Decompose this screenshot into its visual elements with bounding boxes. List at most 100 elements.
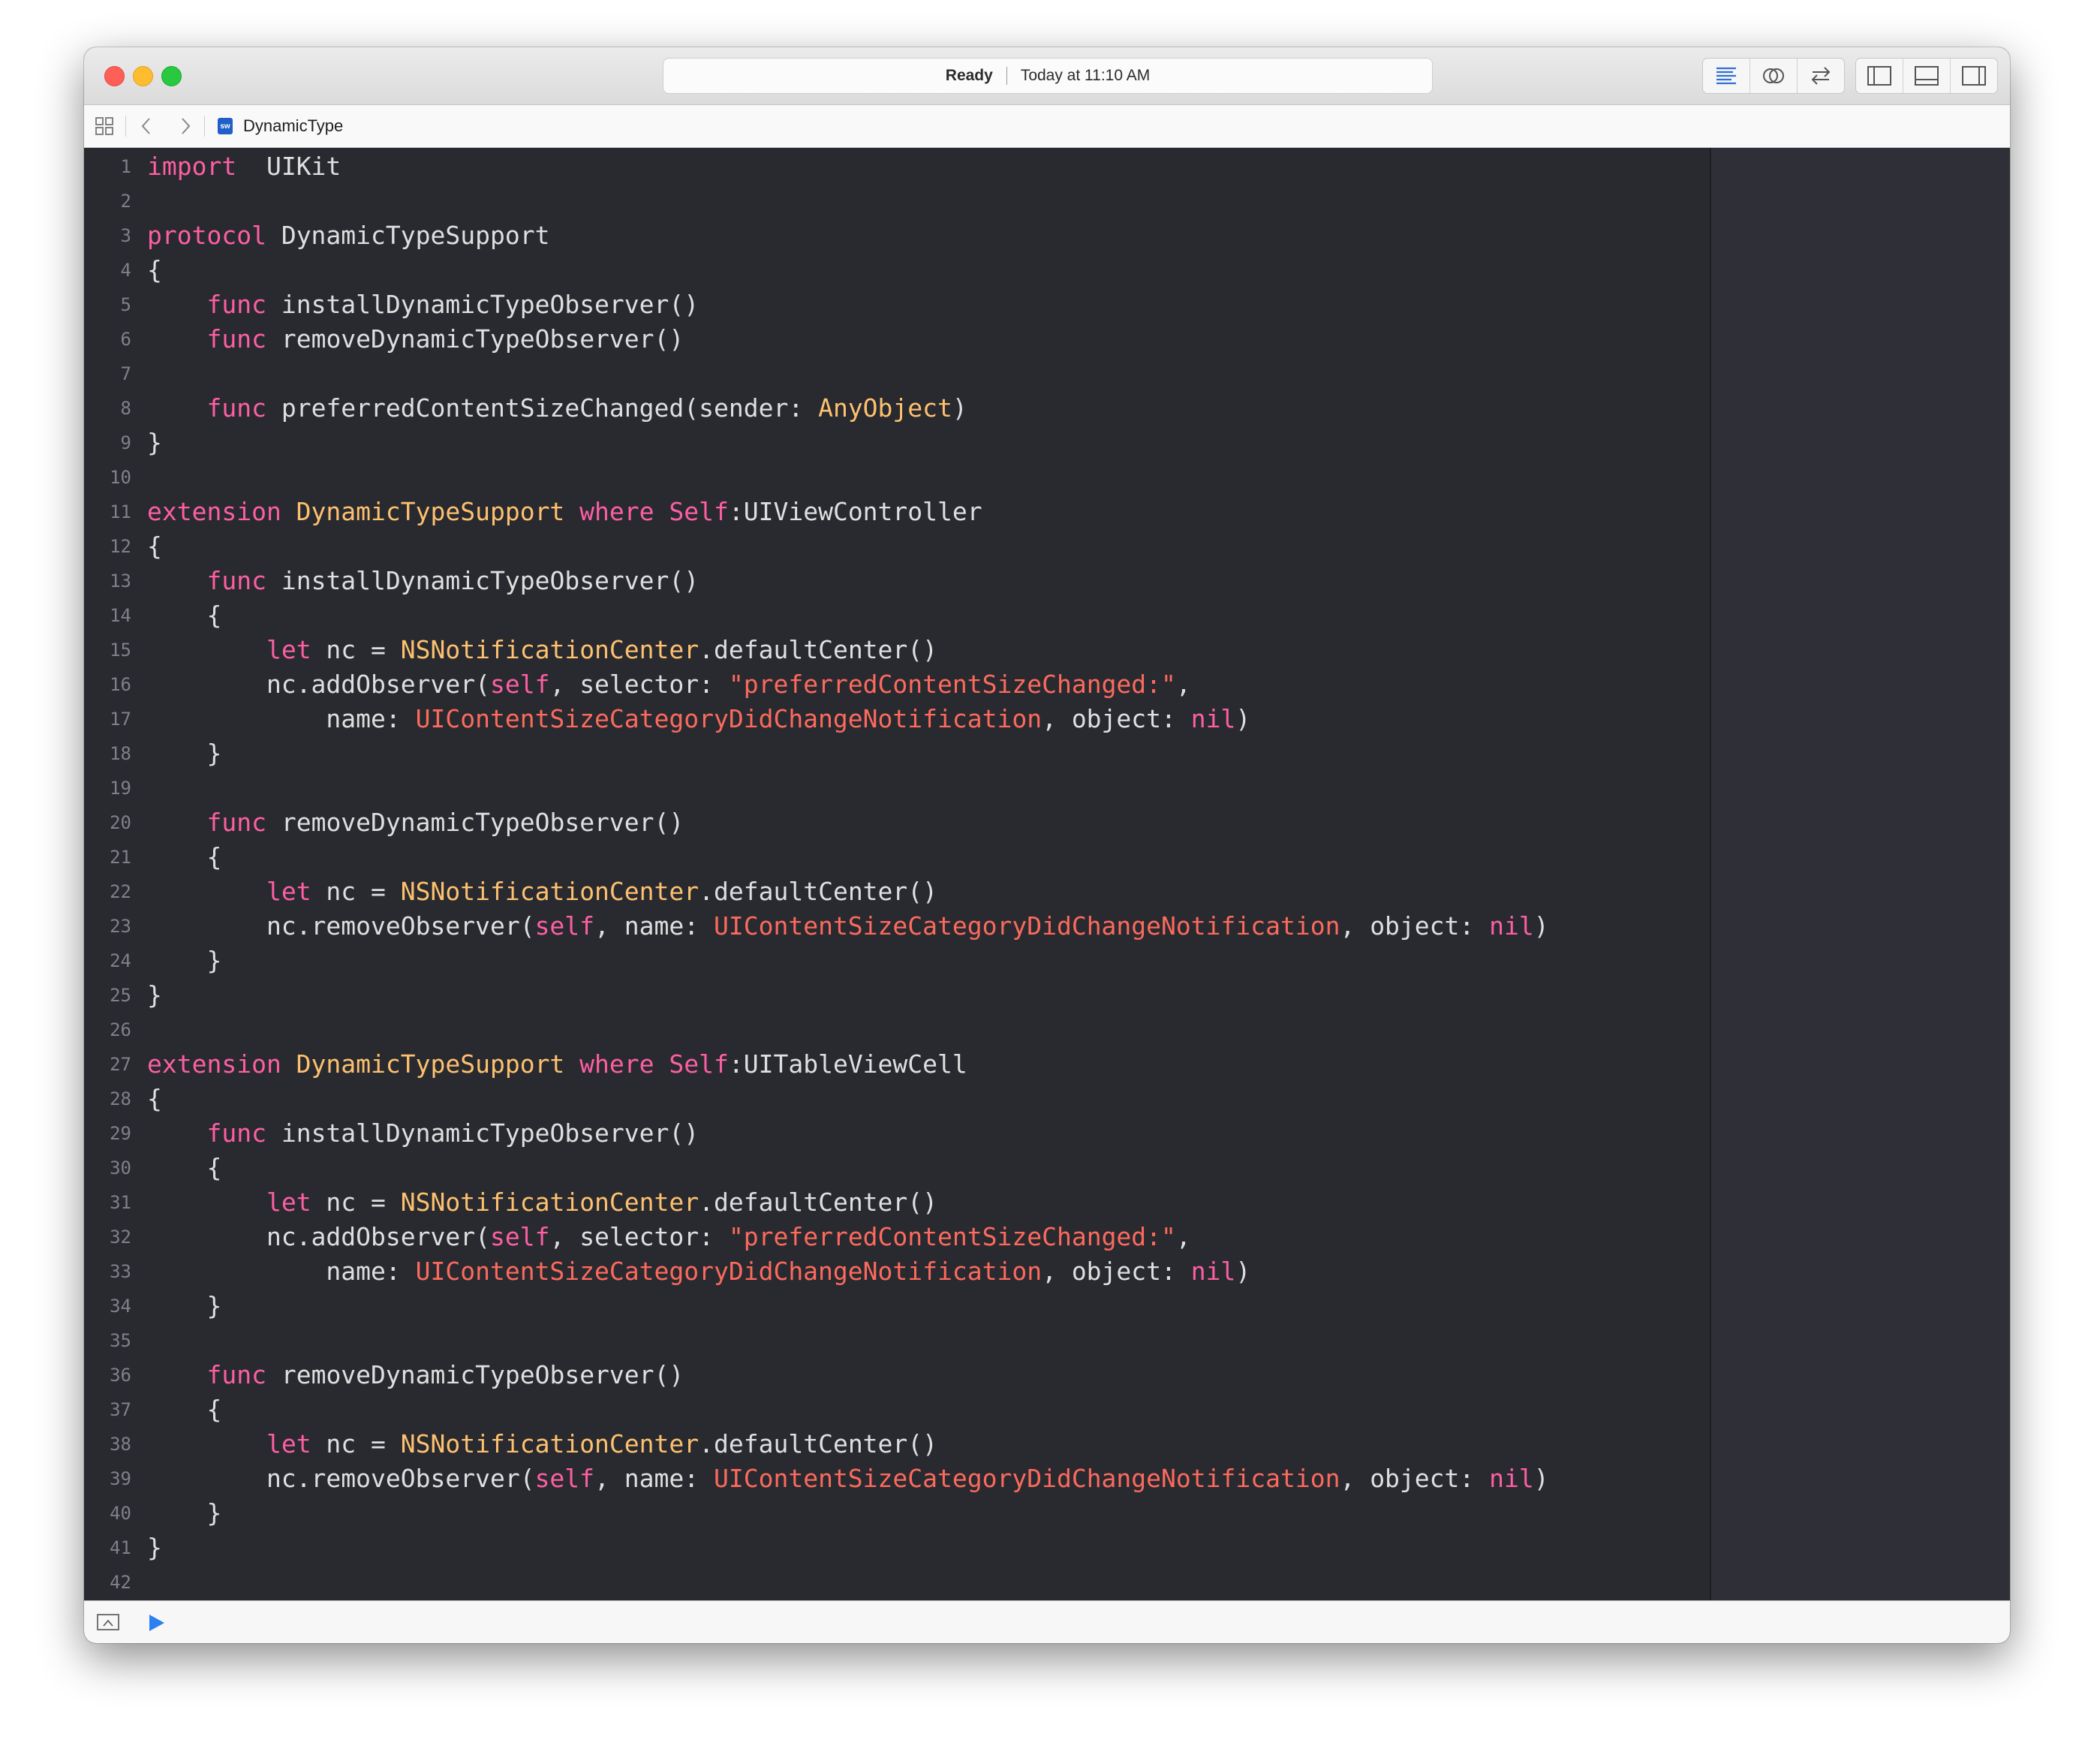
code-line[interactable]: 23 nc.removeObserver(self, name: UIConte… bbox=[84, 909, 1710, 944]
code-line[interactable]: 7 bbox=[84, 357, 1710, 391]
source-editor[interactable]: 1 import UIKit 2 3 protocol DynamicTypeSuppo… bbox=[84, 148, 1710, 1600]
related-items-button[interactable] bbox=[93, 114, 116, 138]
code-token: { bbox=[147, 601, 222, 630]
code-line[interactable]: 25} bbox=[84, 978, 1710, 1013]
code-line[interactable]: 17 name: UIContentSizeCategoryDidChangeN… bbox=[84, 702, 1710, 736]
code-token: name: bbox=[147, 1257, 416, 1286]
code-line[interactable]: 42 bbox=[84, 1565, 1710, 1600]
code-line[interactable]: 24 } bbox=[84, 944, 1710, 978]
code-line[interactable]: 13 func installDynamicTypeObserver() bbox=[84, 564, 1710, 598]
code-line[interactable]: 40 } bbox=[84, 1496, 1710, 1531]
code-token: } bbox=[147, 428, 162, 457]
code-token: DynamicTypeSupport bbox=[281, 497, 565, 526]
standard-editor-button[interactable] bbox=[1703, 59, 1750, 93]
code-line[interactable]: 10 bbox=[84, 460, 1710, 495]
line-text: let nc = NSNotificationCenter.defaultCen… bbox=[147, 1427, 937, 1461]
file-name: DynamicType bbox=[243, 116, 344, 135]
code-token: } bbox=[147, 946, 222, 975]
code-line[interactable]: 8 func preferredContentSizeChanged(sende… bbox=[84, 391, 1710, 426]
code-line[interactable]: 4{ bbox=[84, 253, 1710, 287]
code-line[interactable]: 33 name: UIContentSizeCategoryDidChangeN… bbox=[84, 1254, 1710, 1289]
jump-bar-divider bbox=[204, 116, 205, 137]
code-line[interactable]: 12 { bbox=[84, 529, 1710, 564]
code-token: removeDynamicTypeObserver() bbox=[266, 324, 684, 354]
code-token: Self bbox=[654, 1049, 729, 1079]
go-back-button[interactable] bbox=[135, 114, 158, 138]
line-number: 31 bbox=[110, 1192, 131, 1213]
line-text: let nc = NSNotificationCenter.defaultCen… bbox=[147, 633, 937, 667]
code-line[interactable]: 31 let nc = NSNotificationCenter.default… bbox=[84, 1185, 1710, 1220]
code-token: nc = bbox=[311, 877, 401, 906]
code-line[interactable]: 11 extension DynamicTypeSupport where Sel… bbox=[84, 495, 1710, 529]
toggle-debug-area-button[interactable] bbox=[1903, 59, 1951, 93]
code-token: func bbox=[206, 290, 266, 319]
code-line[interactable]: 27 extension DynamicTypeSupport where Sel… bbox=[84, 1047, 1710, 1082]
code-token: .defaultCenter() bbox=[699, 635, 938, 664]
code-line[interactable]: 28 { bbox=[84, 1082, 1710, 1116]
zoom-window-button[interactable] bbox=[161, 66, 182, 86]
line-number: 42 bbox=[110, 1572, 131, 1593]
code-line[interactable]: 30 { bbox=[84, 1151, 1710, 1185]
line-number: 3 bbox=[120, 225, 131, 246]
code-line[interactable]: 32 nc.addObserver(self, selector: "prefe… bbox=[84, 1220, 1710, 1254]
code-line[interactable]: 34 } bbox=[84, 1289, 1710, 1323]
code-line[interactable]: 5 func installDynamicTypeObserver() bbox=[84, 287, 1710, 322]
toggle-utilities-button[interactable] bbox=[1951, 59, 1997, 93]
line-number: 12 bbox=[110, 536, 131, 557]
code-line[interactable]: 21 { bbox=[84, 840, 1710, 874]
run-playground-button[interactable] bbox=[146, 1612, 167, 1637]
line-text: { bbox=[147, 1082, 162, 1116]
code-line[interactable]: 9} bbox=[84, 426, 1710, 460]
utilities-panel-icon bbox=[1962, 66, 1986, 86]
code-line[interactable]: 38 let nc = NSNotificationCenter.default… bbox=[84, 1427, 1710, 1461]
code-line[interactable]: 19 bbox=[84, 771, 1710, 805]
code-line[interactable]: 35 bbox=[84, 1323, 1710, 1358]
code-line[interactable]: 6 func removeDynamicTypeObserver() bbox=[84, 322, 1710, 357]
code-token: "preferredContentSizeChanged:" bbox=[728, 1222, 1176, 1251]
code-line[interactable]: 20 func removeDynamicTypeObserver() bbox=[84, 805, 1710, 840]
code-line[interactable]: 29 func installDynamicTypeObserver() bbox=[84, 1116, 1710, 1151]
code-line[interactable]: 36 func removeDynamicTypeObserver() bbox=[84, 1358, 1710, 1392]
code-line[interactable]: 2 bbox=[84, 184, 1710, 218]
code-line[interactable]: 22 let nc = NSNotificationCenter.default… bbox=[84, 874, 1710, 909]
code-line[interactable]: 41} bbox=[84, 1531, 1710, 1565]
jump-bar-file-item[interactable]: sw DynamicType bbox=[218, 115, 343, 137]
assistant-editor-button[interactable] bbox=[1750, 59, 1798, 93]
code-line[interactable]: 39 nc.removeObserver(self, name: UIConte… bbox=[84, 1461, 1710, 1496]
line-number: 32 bbox=[110, 1227, 131, 1248]
line-text: func installDynamicTypeObserver() bbox=[147, 564, 699, 598]
close-window-button[interactable] bbox=[104, 66, 125, 86]
code-token: self bbox=[489, 670, 550, 699]
code-line[interactable]: 3 protocol DynamicTypeSupport bbox=[84, 218, 1710, 253]
code-token: { bbox=[147, 1395, 222, 1424]
code-token: nc.addObserver( bbox=[147, 670, 490, 699]
code-line[interactable]: 1 import UIKit bbox=[84, 149, 1710, 184]
code-token: "preferredContentSizeChanged:" bbox=[728, 670, 1176, 699]
code-line[interactable]: 16 nc.addObserver(self, selector: "prefe… bbox=[84, 667, 1710, 702]
go-forward-button[interactable] bbox=[174, 114, 197, 138]
code-token: ) bbox=[952, 393, 967, 423]
code-token: { bbox=[147, 255, 162, 284]
code-line[interactable]: 26 bbox=[84, 1013, 1710, 1047]
code-line[interactable]: 14 { bbox=[84, 598, 1710, 633]
code-line[interactable]: 37 { bbox=[84, 1392, 1710, 1427]
toggle-navigator-button[interactable] bbox=[1856, 59, 1903, 93]
line-number: 22 bbox=[110, 881, 131, 902]
code-token: removeDynamicTypeObserver() bbox=[266, 808, 684, 837]
line-text: func removeDynamicTypeObserver() bbox=[147, 1358, 684, 1392]
code-token: let bbox=[266, 1429, 311, 1458]
line-text: nc.addObserver(self, selector: "preferre… bbox=[147, 1220, 1191, 1254]
line-number: 4 bbox=[120, 260, 131, 281]
minimize-window-button[interactable] bbox=[133, 66, 153, 86]
hide-debug-area-button[interactable] bbox=[96, 1612, 120, 1636]
line-number: 34 bbox=[110, 1296, 131, 1317]
version-editor-button[interactable] bbox=[1798, 59, 1844, 93]
code-line[interactable]: 18 } bbox=[84, 736, 1710, 771]
code-line[interactable]: 15 let nc = NSNotificationCenter.default… bbox=[84, 633, 1710, 667]
code-token: nil bbox=[1190, 1257, 1236, 1286]
